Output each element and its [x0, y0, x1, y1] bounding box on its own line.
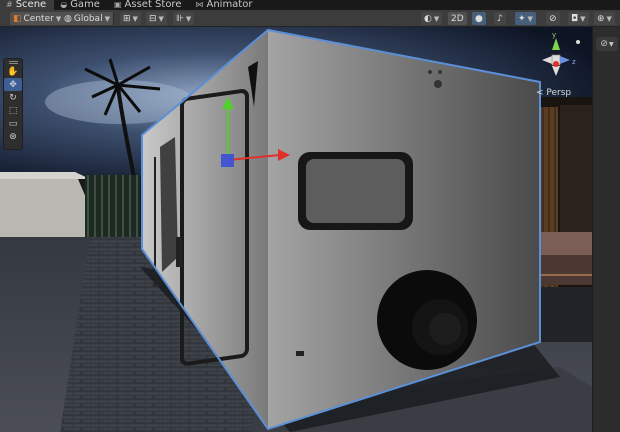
scale-tool-icon[interactable]: ⬚ — [4, 104, 22, 117]
overlay-menu-button[interactable]: ⊘ ▼ — [596, 37, 618, 51]
toggle-2d-button[interactable]: 2D — [448, 12, 467, 25]
chevron-down-icon: ▼ — [158, 14, 164, 23]
tab-asset-store-label: Asset Store — [124, 0, 182, 10]
globe-icon: ◍ — [64, 13, 72, 24]
effects-icon: ✦ — [518, 13, 526, 24]
increment-snap-icon: ⊟ — [149, 13, 157, 24]
camera-settings-dropdown[interactable]: ◘ ▼ — [568, 12, 589, 25]
transform-tool-icon[interactable]: ⊛ — [4, 130, 22, 143]
tab-game-label: Game — [70, 0, 100, 10]
animator-icon: ⋈ — [195, 0, 204, 9]
effects-dropdown[interactable]: ✦ ▼ — [515, 12, 536, 25]
grid-snap-icon: ⊞ — [123, 13, 131, 24]
tab-asset-store[interactable]: ▣ Asset Store — [108, 0, 190, 10]
chevron-down-icon: ▼ — [433, 14, 440, 23]
audio-toggle[interactable]: ♪ — [494, 12, 506, 25]
overlay-icon: ⊘ — [600, 39, 608, 49]
overlay-side-panel: ⊘ ▼ — [592, 27, 620, 432]
hand-tool-icon[interactable]: ✋ — [4, 65, 22, 78]
gamepad-icon: ◒ — [60, 0, 68, 9]
iron-gate — [85, 175, 140, 239]
toolbar-divider — [113, 13, 114, 24]
scene-render — [0, 27, 592, 432]
chevron-down-icon: ▼ — [580, 14, 586, 23]
tab-animator-label: Animator — [206, 0, 253, 10]
hidden-objects-toggle[interactable]: ⊘ — [546, 12, 560, 25]
lightbulb-icon: ● — [475, 13, 483, 24]
scene-toolbar: ◧ Center ▼ ◍ Global ▼ ⊞ ▼ ⊟ ▼ ⊪ ▼ ◐ ▼ 2D… — [0, 10, 620, 27]
gizmo-y-label: y — [552, 31, 556, 39]
space-dropdown[interactable]: ◍ Global ▼ — [61, 12, 113, 25]
chevron-down-icon: ▼ — [132, 14, 138, 23]
shading-mode-dropdown[interactable]: ◐ ▼ — [421, 12, 443, 25]
chevron-down-icon: ▼ — [104, 14, 110, 23]
chevron-down-icon: ▼ — [527, 14, 533, 23]
chevron-down-icon: ▼ — [185, 14, 192, 23]
camera-icon: ◘ — [571, 13, 579, 24]
space-label: Global — [73, 13, 103, 24]
tab-game[interactable]: ◒ Game — [54, 0, 108, 10]
audio-icon: ♪ — [497, 13, 503, 24]
chevron-down-icon: ▼ — [608, 40, 614, 48]
orientation-gizmo[interactable]: y z — [528, 30, 584, 88]
move-tool-icon[interactable]: ✥ — [4, 78, 22, 91]
pivot-label: Center — [23, 13, 54, 24]
align-dropdown[interactable]: ⊪ ▼ — [173, 12, 195, 25]
grid-icon: # — [6, 0, 13, 9]
tools-overlay: ✋ ✥ ↻ ⬚ ▭ ⊛ — [3, 58, 23, 150]
tab-scene-label: Scene — [15, 0, 47, 10]
pivot-dropdown[interactable]: ◧ Center ▼ — [10, 12, 65, 25]
pivot-icon: ◧ — [13, 13, 22, 24]
tab-scene[interactable]: # Scene — [0, 0, 55, 10]
lighting-toggle[interactable]: ● — [472, 12, 486, 25]
bag-icon: ▣ — [113, 0, 122, 9]
gizmo-z-label: z — [572, 58, 576, 66]
increment-snap-dropdown[interactable]: ⊟ ▼ — [146, 12, 167, 25]
editor-tab-bar: # Scene ◒ Game ▣ Asset Store ⋈ Animator — [0, 0, 620, 10]
chevron-down-icon: ▼ — [606, 14, 612, 23]
gizmos-icon: ⊕ — [597, 13, 605, 24]
shading-sphere-icon: ◐ — [424, 13, 432, 24]
eye-slash-icon: ⊘ — [549, 13, 557, 24]
gizmos-dropdown[interactable]: ⊕ ▼ — [594, 12, 615, 25]
projection-label[interactable]: < Persp — [536, 88, 571, 98]
rect-tool-icon[interactable]: ▭ — [4, 117, 22, 130]
grid-snap-dropdown[interactable]: ⊞ ▼ — [120, 12, 141, 25]
toggle-2d-label: 2D — [451, 13, 464, 24]
scene-viewport[interactable]: ✋ ✥ ↻ ⬚ ▭ ⊛ — [0, 27, 592, 432]
tab-animator[interactable]: ⋈ Animator — [189, 0, 260, 10]
align-icon: ⊪ — [176, 13, 184, 24]
rotate-tool-icon[interactable]: ↻ — [4, 91, 22, 104]
